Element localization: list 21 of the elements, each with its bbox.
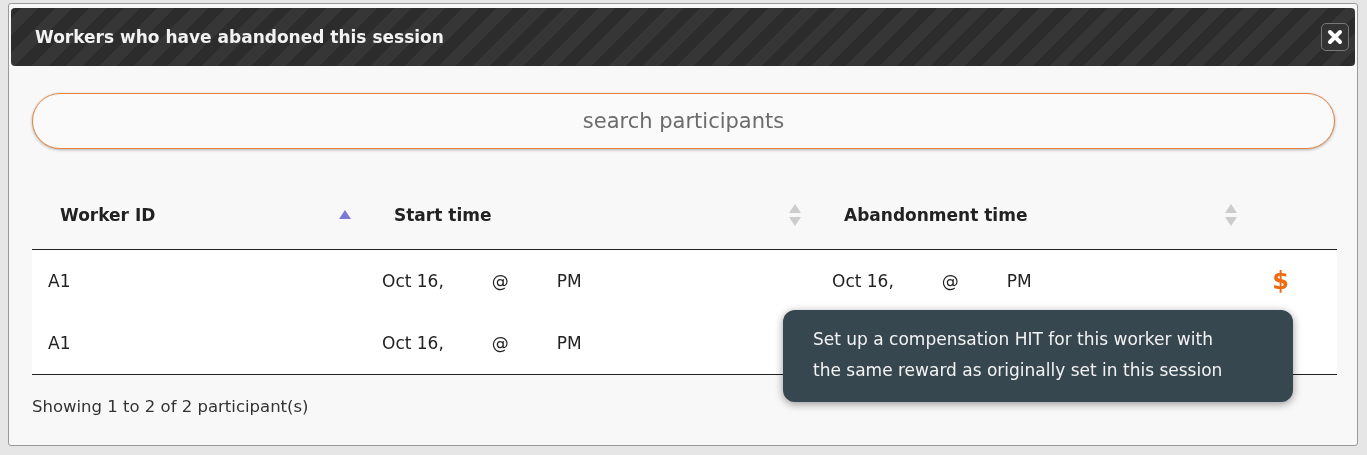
start-time-cell: Oct 16, — [382, 271, 444, 291]
table-info: Showing 1 to 2 of 2 participant(s) — [32, 397, 310, 416]
worker-id-cell: A1 — [48, 271, 71, 291]
column-header[interactable]: Start time — [394, 205, 492, 225]
abandonment-time-cell: PM — [1006, 271, 1032, 291]
column-header[interactable]: Worker ID — [60, 205, 156, 225]
start-time-cell: PM — [556, 271, 582, 291]
close-icon — [1327, 29, 1343, 45]
start-time-cell: @ — [491, 333, 509, 353]
sort-ascending-icon[interactable] — [338, 209, 352, 221]
abandonment-time-cell: Oct 16, — [832, 271, 894, 291]
dialog-title: Workers who have abandoned this session — [35, 27, 444, 47]
column-header[interactable]: Abandonment time — [844, 205, 1028, 225]
start-time-cell: Oct 16, — [382, 333, 444, 353]
search-field[interactable]: search participants — [32, 93, 1335, 149]
tooltip: Set up a compensation HIT for this worker with the same reward as originally set in this session — [783, 310, 1293, 402]
abandonment-time-cell: @ — [941, 271, 959, 291]
close-button[interactable] — [1321, 23, 1349, 51]
worker-id-cell: A1 — [48, 333, 71, 353]
start-time-cell: @ — [491, 271, 509, 291]
start-time-cell: PM — [556, 333, 582, 353]
